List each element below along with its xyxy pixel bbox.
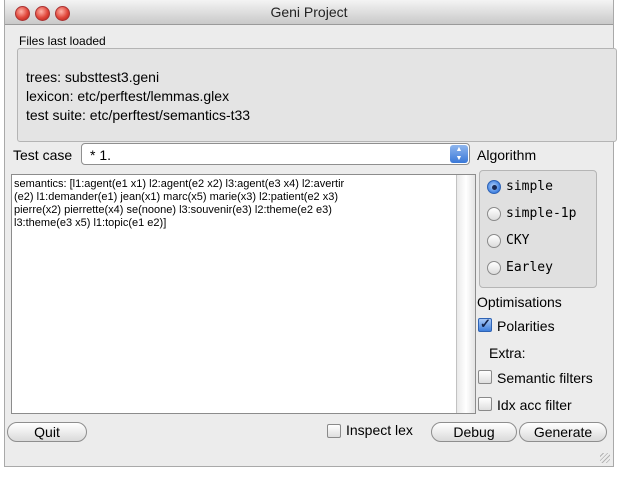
radio-unselected-icon[interactable]: [487, 207, 501, 221]
checkmark-icon: ✓: [480, 316, 491, 331]
inspect-lex-label: Inspect lex: [346, 422, 413, 438]
semantic-filters-label: Semantic filters: [497, 370, 593, 386]
algorithm-group: simple simple-1p CKY Earley: [479, 170, 597, 288]
files-panel: trees: substtest3.geni lexicon: etc/perf…: [17, 48, 617, 142]
algorithm-label: Algorithm: [477, 147, 537, 163]
generate-button[interactable]: Generate: [519, 422, 607, 442]
radio-simple-1p-label: simple-1p: [506, 206, 577, 221]
radio-unselected-icon[interactable]: [487, 234, 501, 248]
test-case-label: Test case: [13, 147, 73, 163]
trees-file: trees: substtest3.geni: [26, 69, 160, 85]
radio-unselected-icon[interactable]: [487, 261, 501, 275]
test-suite-file: test suite: etc/perftest/semantics-t33: [26, 107, 251, 123]
files-section-label: Files last loaded: [19, 34, 106, 48]
app-window: Geni Project Files last loaded trees: su…: [4, 0, 617, 467]
semantics-textarea[interactable]: semantics: [l1:agent(e1 x1) l2:agent(e2 …: [11, 174, 476, 414]
optimisations-label: Optimisations: [477, 294, 562, 310]
quit-button[interactable]: Quit: [7, 422, 87, 442]
title-bar[interactable]: Geni Project: [5, 0, 613, 25]
lexicon-file: lexicon: etc/perftest/lemmas.glex: [26, 88, 230, 104]
chevron-up-down-icon[interactable]: ▲ ▼: [450, 145, 468, 163]
inspect-lex-checkbox[interactable]: [327, 424, 341, 438]
extra-label: Extra:: [489, 345, 526, 361]
test-case-value: * 1.: [90, 147, 112, 163]
idx-acc-filter-checkbox[interactable]: [478, 397, 492, 411]
radio-selected-icon[interactable]: [487, 180, 501, 194]
semantic-filters-checkbox[interactable]: [478, 370, 492, 384]
polarities-checkbox[interactable]: ✓: [478, 316, 492, 332]
resize-grip-icon[interactable]: [600, 453, 610, 463]
window-title: Geni Project: [270, 4, 348, 20]
radio-simple-label: simple: [506, 179, 553, 194]
vertical-scrollbar[interactable]: [456, 175, 475, 413]
idx-acc-filter-label: Idx acc filter: [497, 397, 572, 413]
debug-button[interactable]: Debug: [431, 422, 517, 442]
radio-cky-label: CKY: [506, 233, 530, 248]
polarities-label: Polarities: [497, 318, 555, 334]
radio-earley-label: Earley: [506, 260, 553, 275]
semantics-text[interactable]: semantics: [l1:agent(e1 x1) l2:agent(e2 …: [14, 178, 456, 230]
test-case-select[interactable]: * 1. ▲ ▼: [81, 143, 470, 165]
